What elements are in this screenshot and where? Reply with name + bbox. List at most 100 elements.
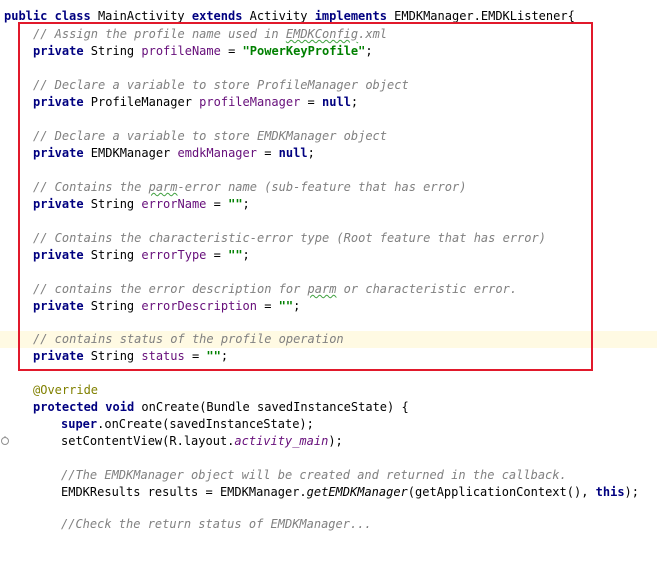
type-name: String	[83, 349, 142, 363]
type-name: String	[83, 197, 142, 211]
comment-text: -error name (sub-feature that has error)	[177, 180, 467, 194]
field-profile-manager: profileManager	[199, 95, 301, 109]
keyword-private: private	[33, 197, 84, 211]
comment-text: // Contains the characteristic-error typ…	[33, 231, 546, 245]
code-line-error-type: private String errorType = "";	[0, 247, 657, 264]
code-line-status: private String status = "";	[0, 348, 657, 365]
spellcheck-word: parm	[307, 282, 337, 296]
keyword-private: private	[33, 248, 84, 262]
code-line-on-create-signature: protected void onCreate(Bundle savedInst…	[0, 399, 657, 445]
equals-sign: =	[184, 349, 207, 363]
type-name: String	[83, 299, 142, 313]
comment-text: // Declare a variable to store EMDKManag…	[33, 129, 388, 143]
keyword-private: private	[33, 349, 84, 363]
code-line-truncated: //Check the return status of EMDKManager…	[0, 516, 657, 533]
code-line-comment-status: // contains status of the profile operat…	[0, 331, 657, 348]
comment-text: //Check the return status of EMDKManager…	[61, 517, 372, 531]
interface-name: EMDKManager.EMDKListener{	[386, 9, 575, 23]
code-line-profile-name: private String profileName = "PowerKeyPr…	[0, 43, 657, 60]
code-line-override: @Override	[0, 382, 657, 399]
keyword-class: class	[54, 9, 91, 23]
semicolon: ;	[242, 197, 250, 211]
spellcheck-word: parm	[148, 180, 178, 194]
comment-text: or characteristic error.	[336, 282, 518, 296]
method-get-emdk-manager: getEMDKManager	[306, 485, 408, 499]
code-line-set-content-view: setContentView(R.layout.activity_main);	[0, 433, 657, 450]
code-line-comment-emdk-callback: //The EMDKManager object will be created…	[0, 467, 657, 484]
variable-declaration: EMDKResults results = EMDKManager.	[61, 485, 307, 499]
code-line-error-description: private String errorDescription = "";	[0, 298, 657, 315]
semicolon: ;	[220, 349, 229, 363]
string-literal: ""	[278, 299, 294, 313]
code-line-comment-emdk-manager: // Declare a variable to store EMDKManag…	[0, 128, 657, 145]
keyword-private: private	[33, 146, 84, 160]
code-editor[interactable]: public class MainActivity extends Activi…	[0, 0, 657, 531]
code-line-emdk-manager: private EMDKManager emdkManager = null;	[0, 145, 657, 162]
keyword-private: private	[33, 44, 84, 58]
class-name: MainActivity	[90, 9, 192, 23]
keyword-null: null	[278, 146, 308, 160]
string-literal: ""	[206, 349, 221, 363]
type-name: ProfileManager	[83, 95, 200, 109]
spellcheck-word: EMDKConfig	[285, 27, 359, 41]
code-line-class-header: public class MainActivity extends Activi…	[0, 8, 657, 25]
field-profile-name: profileName	[141, 44, 221, 58]
comment-text: // contains status of the profile operat…	[33, 332, 344, 346]
string-literal: ""	[228, 197, 243, 211]
super-class-name: Activity	[242, 9, 315, 23]
field-emdk-manager: emdkManager	[177, 146, 257, 160]
field-status: status	[141, 349, 185, 363]
type-name: String	[83, 44, 142, 58]
code-line-comment-profile-manager: // Declare a variable to store ProfileMa…	[0, 77, 657, 94]
keyword-null: null	[322, 95, 351, 109]
annotation-override: @Override	[33, 383, 99, 397]
method-call-end: );	[328, 434, 343, 448]
comment-text: // contains the error description for	[33, 282, 308, 296]
method-signature: onCreate(Bundle savedInstanceState) {	[134, 400, 409, 414]
equals-sign: =	[220, 44, 243, 58]
comment-text: .xml	[358, 27, 388, 41]
method-call: setContentView(R.layout.	[61, 434, 235, 448]
code-line-comment-error-description: // contains the error description for pa…	[0, 281, 657, 298]
method-call-end: );	[624, 485, 639, 499]
override-method-icon[interactable]	[0, 401, 10, 445]
semicolon: ;	[350, 95, 359, 109]
type-name: EMDKManager	[83, 146, 178, 160]
equals-sign: =	[300, 95, 323, 109]
semicolon: ;	[293, 299, 301, 313]
method-call: .onCreate(savedInstanceState);	[97, 417, 314, 431]
code-line-profile-manager: private ProfileManager profileManager = …	[0, 94, 657, 111]
field-error-name: errorName	[141, 197, 207, 211]
keyword-this: this	[595, 485, 625, 499]
method-args: (getApplicationContext(),	[407, 485, 596, 499]
code-line-super-on-create: super.onCreate(savedInstanceState);	[0, 416, 657, 433]
string-literal: ""	[228, 248, 243, 262]
field-activity-main: activity_main	[234, 434, 329, 448]
comment-text: // Declare a variable to store ProfileMa…	[33, 78, 409, 92]
semicolon: ;	[307, 146, 315, 160]
keyword-private: private	[33, 299, 84, 313]
code-line-emdk-results: EMDKResults results = EMDKManager.getEMD…	[0, 484, 657, 501]
type-name: String	[83, 248, 142, 262]
keyword-public: public	[4, 9, 48, 23]
keyword-protected: protected	[33, 400, 99, 414]
keyword-void: void	[105, 400, 135, 414]
equals-sign: =	[256, 299, 279, 313]
semicolon: ;	[242, 248, 250, 262]
equals-sign: =	[256, 146, 279, 160]
keyword-private: private	[33, 95, 84, 109]
code-line-comment-characteristic-error: // Contains the characteristic-error typ…	[0, 230, 657, 247]
comment-text: // Contains the	[33, 180, 149, 194]
code-line-error-name: private String errorName = "";	[0, 196, 657, 213]
string-literal: "PowerKeyProfile"	[242, 44, 366, 58]
code-line-comment-parm-error: // Contains the parm-error name (sub-fea…	[0, 179, 657, 196]
semicolon: ;	[365, 44, 373, 58]
keyword-super: super	[61, 417, 98, 431]
code-line-comment-profile-name: // Assign the profile name used in EMDKC…	[0, 26, 657, 43]
keyword-extends: extends	[191, 9, 243, 23]
field-error-description: errorDescription	[141, 299, 257, 313]
keyword-implements: implements	[314, 9, 387, 23]
comment-text: // Assign the profile name used in	[33, 27, 286, 41]
field-error-type: errorType	[141, 248, 207, 262]
equals-sign: =	[206, 197, 229, 211]
